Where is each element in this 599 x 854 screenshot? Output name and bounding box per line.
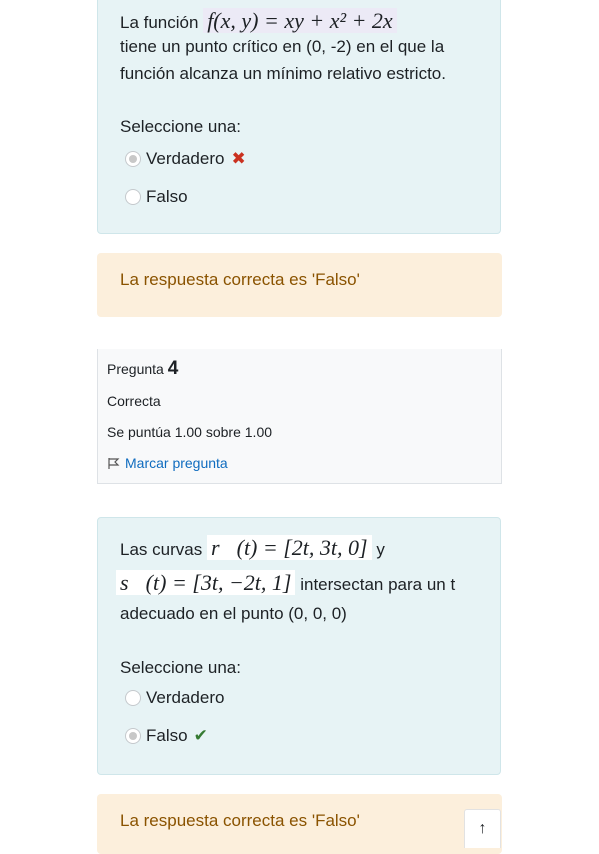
radio-verdadero[interactable] xyxy=(125,690,141,706)
radio-verdadero[interactable] xyxy=(125,151,141,167)
question-4-header: Pregunta 4 xyxy=(107,358,178,380)
option-verdadero-label: Verdadero xyxy=(146,149,225,168)
incorrect-icon: ✖ xyxy=(231,149,246,168)
option-falso-label: Falso xyxy=(146,726,188,745)
question-4-info: Pregunta 4 Correcta Se puntúa 1.00 sobre… xyxy=(97,349,502,484)
flag-icon xyxy=(108,457,120,469)
question-3-feedback: La respuesta correcta es 'Falso' xyxy=(97,253,502,317)
question-3-intro: La función xyxy=(120,13,199,32)
radio-falso[interactable] xyxy=(125,189,141,205)
correct-icon: ✔ xyxy=(193,726,208,745)
question-3-text-box: La función f(x, y) = xy + x² + 2x tiene … xyxy=(97,0,501,234)
question-4-connector: y xyxy=(376,540,385,559)
question-number: 4 xyxy=(167,358,179,379)
curve-s-formula: s⃗(t) = [3t, −2t, 1] xyxy=(116,570,296,595)
option-falso[interactable]: Falso xyxy=(125,185,188,209)
question-4-intro: Las curvas xyxy=(120,540,203,559)
option-verdadero[interactable]: Verdadero xyxy=(125,686,224,710)
correct-answer-text: La respuesta correcta es 'Falso' xyxy=(120,811,360,830)
question-label: Pregunta xyxy=(107,361,164,377)
arrow-up-icon: ↑ xyxy=(478,820,487,837)
option-falso-label: Falso xyxy=(146,187,188,206)
question-3-line-2: tiene un punto crítico en (0, -2) en el … xyxy=(120,37,445,56)
question-status: Correcta xyxy=(107,393,161,409)
radio-falso[interactable] xyxy=(125,728,141,744)
option-verdadero[interactable]: Verdadero ✖ xyxy=(125,147,246,171)
curve-r-formula: r⃗(t) = [2t, 3t, 0] xyxy=(206,535,372,560)
question-4-line-1: Las curvas r⃗(t) = [2t, 3t, 0] y xyxy=(120,530,385,566)
flag-question-link[interactable]: Marcar pregunta xyxy=(107,455,228,471)
question-4-text-box: Las curvas r⃗(t) = [2t, 3t, 0] y s⃗(t) =… xyxy=(97,517,501,775)
question-4-continuation: intersectan para un t xyxy=(300,575,456,594)
question-3-formula: f(x, y) = xy + x² + 2x xyxy=(203,8,397,33)
question-4-prompt: Seleccione una: xyxy=(120,658,241,677)
option-verdadero-label: Verdadero xyxy=(146,688,225,707)
question-4-line-3: adecuado en el punto (0, 0, 0) xyxy=(120,604,347,623)
flag-question-label[interactable]: Marcar pregunta xyxy=(125,455,228,471)
option-falso[interactable]: Falso ✔ xyxy=(125,724,208,748)
question-4-line-2: s⃗(t) = [3t, −2t, 1] intersectan para un… xyxy=(116,565,455,601)
question-grade: Se puntúa 1.00 sobre 1.00 xyxy=(107,424,273,440)
back-to-top-button[interactable]: ↑ xyxy=(464,809,501,848)
question-4-feedback: La respuesta correcta es 'Falso' xyxy=(97,794,502,854)
correct-answer-text: La respuesta correcta es 'Falso' xyxy=(120,270,360,289)
question-3-line-3: función alcanza un mínimo relativo estri… xyxy=(120,64,446,83)
question-3-prompt: Seleccione una: xyxy=(120,117,241,136)
